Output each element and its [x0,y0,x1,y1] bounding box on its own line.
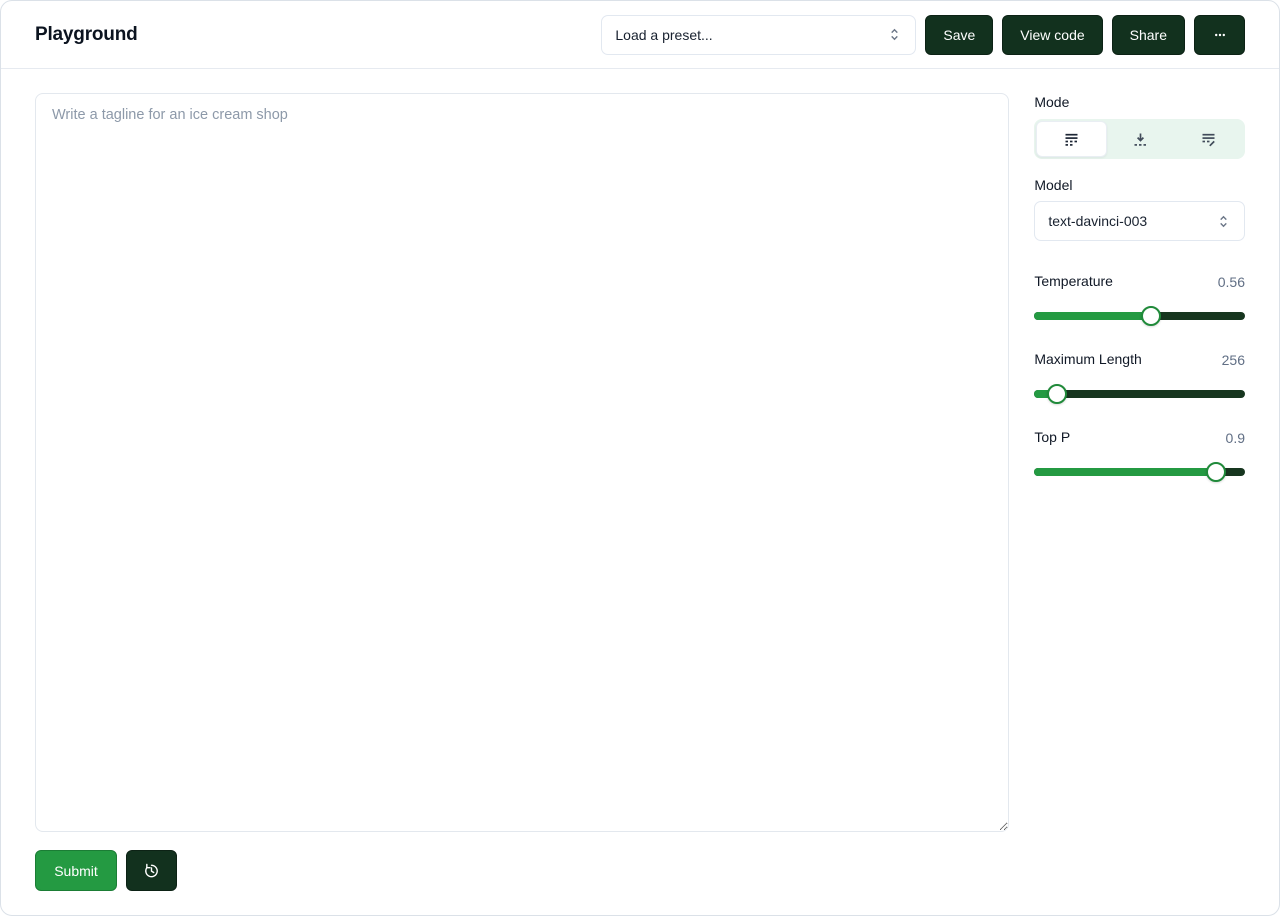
playground-app: Playground Load a preset... Save View co… [0,0,1280,916]
temperature-label: Temperature [1034,273,1113,290]
prompt-textarea[interactable] [35,93,1009,832]
more-options-button[interactable] [1194,15,1245,55]
mode-insert-toggle[interactable] [1107,121,1175,157]
maximum-length-label: Maximum Length [1034,351,1141,368]
edit-mode-icon [1201,132,1216,147]
editor-column: Submit [35,93,1009,891]
insert-mode-icon [1133,132,1148,147]
temperature-slider[interactable] [1034,306,1245,326]
slider-range [1034,468,1218,476]
chevron-up-down-icon [887,27,902,42]
load-preset-placeholder: Load a preset... [615,27,712,43]
top-p-label: Top P [1034,429,1070,446]
settings-sidebar: Mode [1034,93,1245,891]
chevron-up-down-icon [1216,214,1231,229]
submit-button[interactable]: Submit [35,850,117,891]
model-select[interactable]: text-davinci-003 [1034,201,1245,241]
header: Playground Load a preset... Save View co… [1,1,1279,69]
slider-thumb[interactable] [1206,462,1226,482]
mode-complete-toggle[interactable] [1036,121,1106,157]
load-preset-select[interactable]: Load a preset... [601,15,916,55]
header-controls: Load a preset... Save View code Share [601,15,1245,55]
maximum-length-setting: Maximum Length 256 [1034,351,1245,404]
slider-thumb[interactable] [1047,384,1067,404]
share-button[interactable]: Share [1112,15,1185,55]
mode-label: Mode [1034,94,1245,111]
mode-edit-toggle[interactable] [1175,121,1243,157]
top-p-slider[interactable] [1034,462,1245,482]
model-select-value: text-davinci-003 [1048,213,1147,229]
mode-toggle-group [1034,119,1245,159]
maximum-length-value: 256 [1222,352,1245,368]
complete-mode-icon [1064,132,1079,147]
counterclockwise-clock-icon [143,862,160,879]
save-button[interactable]: Save [925,15,993,55]
editor-actions: Submit [35,850,1009,891]
view-code-button[interactable]: View code [1002,15,1102,55]
page-title: Playground [35,24,138,46]
main-content: Submit Mode [1,69,1279,916]
history-button[interactable] [126,850,177,891]
top-p-value: 0.9 [1226,430,1245,446]
temperature-value: 0.56 [1218,274,1245,290]
model-label: Model [1034,177,1245,194]
top-p-setting: Top P 0.9 [1034,429,1245,482]
maximum-length-slider[interactable] [1034,384,1245,404]
temperature-setting: Temperature 0.56 [1034,273,1245,326]
ellipsis-icon [1212,27,1228,43]
slider-range [1034,312,1153,320]
slider-thumb[interactable] [1141,306,1161,326]
